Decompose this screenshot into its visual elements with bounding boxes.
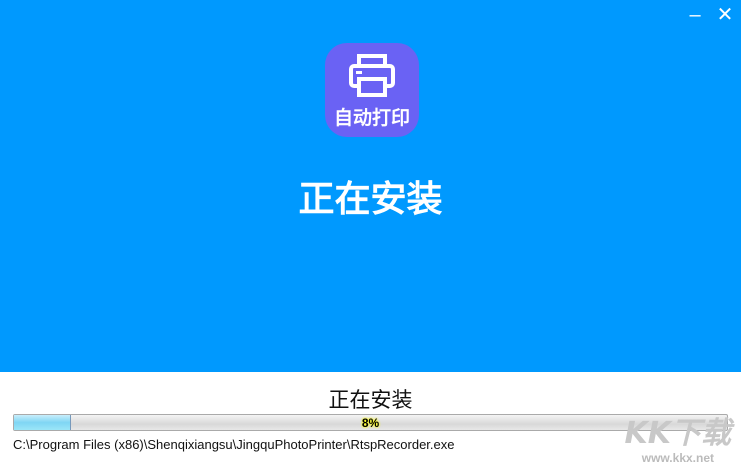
watermark-url: www.kkx.net	[641, 451, 714, 465]
header-banner: – ✕ 自动打印 正在安装	[0, 0, 741, 372]
app-icon: 自动打印	[325, 43, 419, 137]
progress-bar: 8%	[13, 414, 728, 431]
watermark-logo: KK下载	[624, 416, 732, 451]
current-file-path: C:\Program Files (x86)\Shenqixiangsu\Jin…	[13, 437, 455, 452]
progress-percent: 8%	[361, 416, 380, 430]
page-title: 正在安装	[298, 179, 443, 220]
app-icon-label: 自动打印	[333, 107, 410, 129]
close-button[interactable]: ✕	[714, 4, 736, 26]
minimize-button[interactable]: –	[684, 4, 706, 26]
printer-icon	[349, 54, 395, 97]
